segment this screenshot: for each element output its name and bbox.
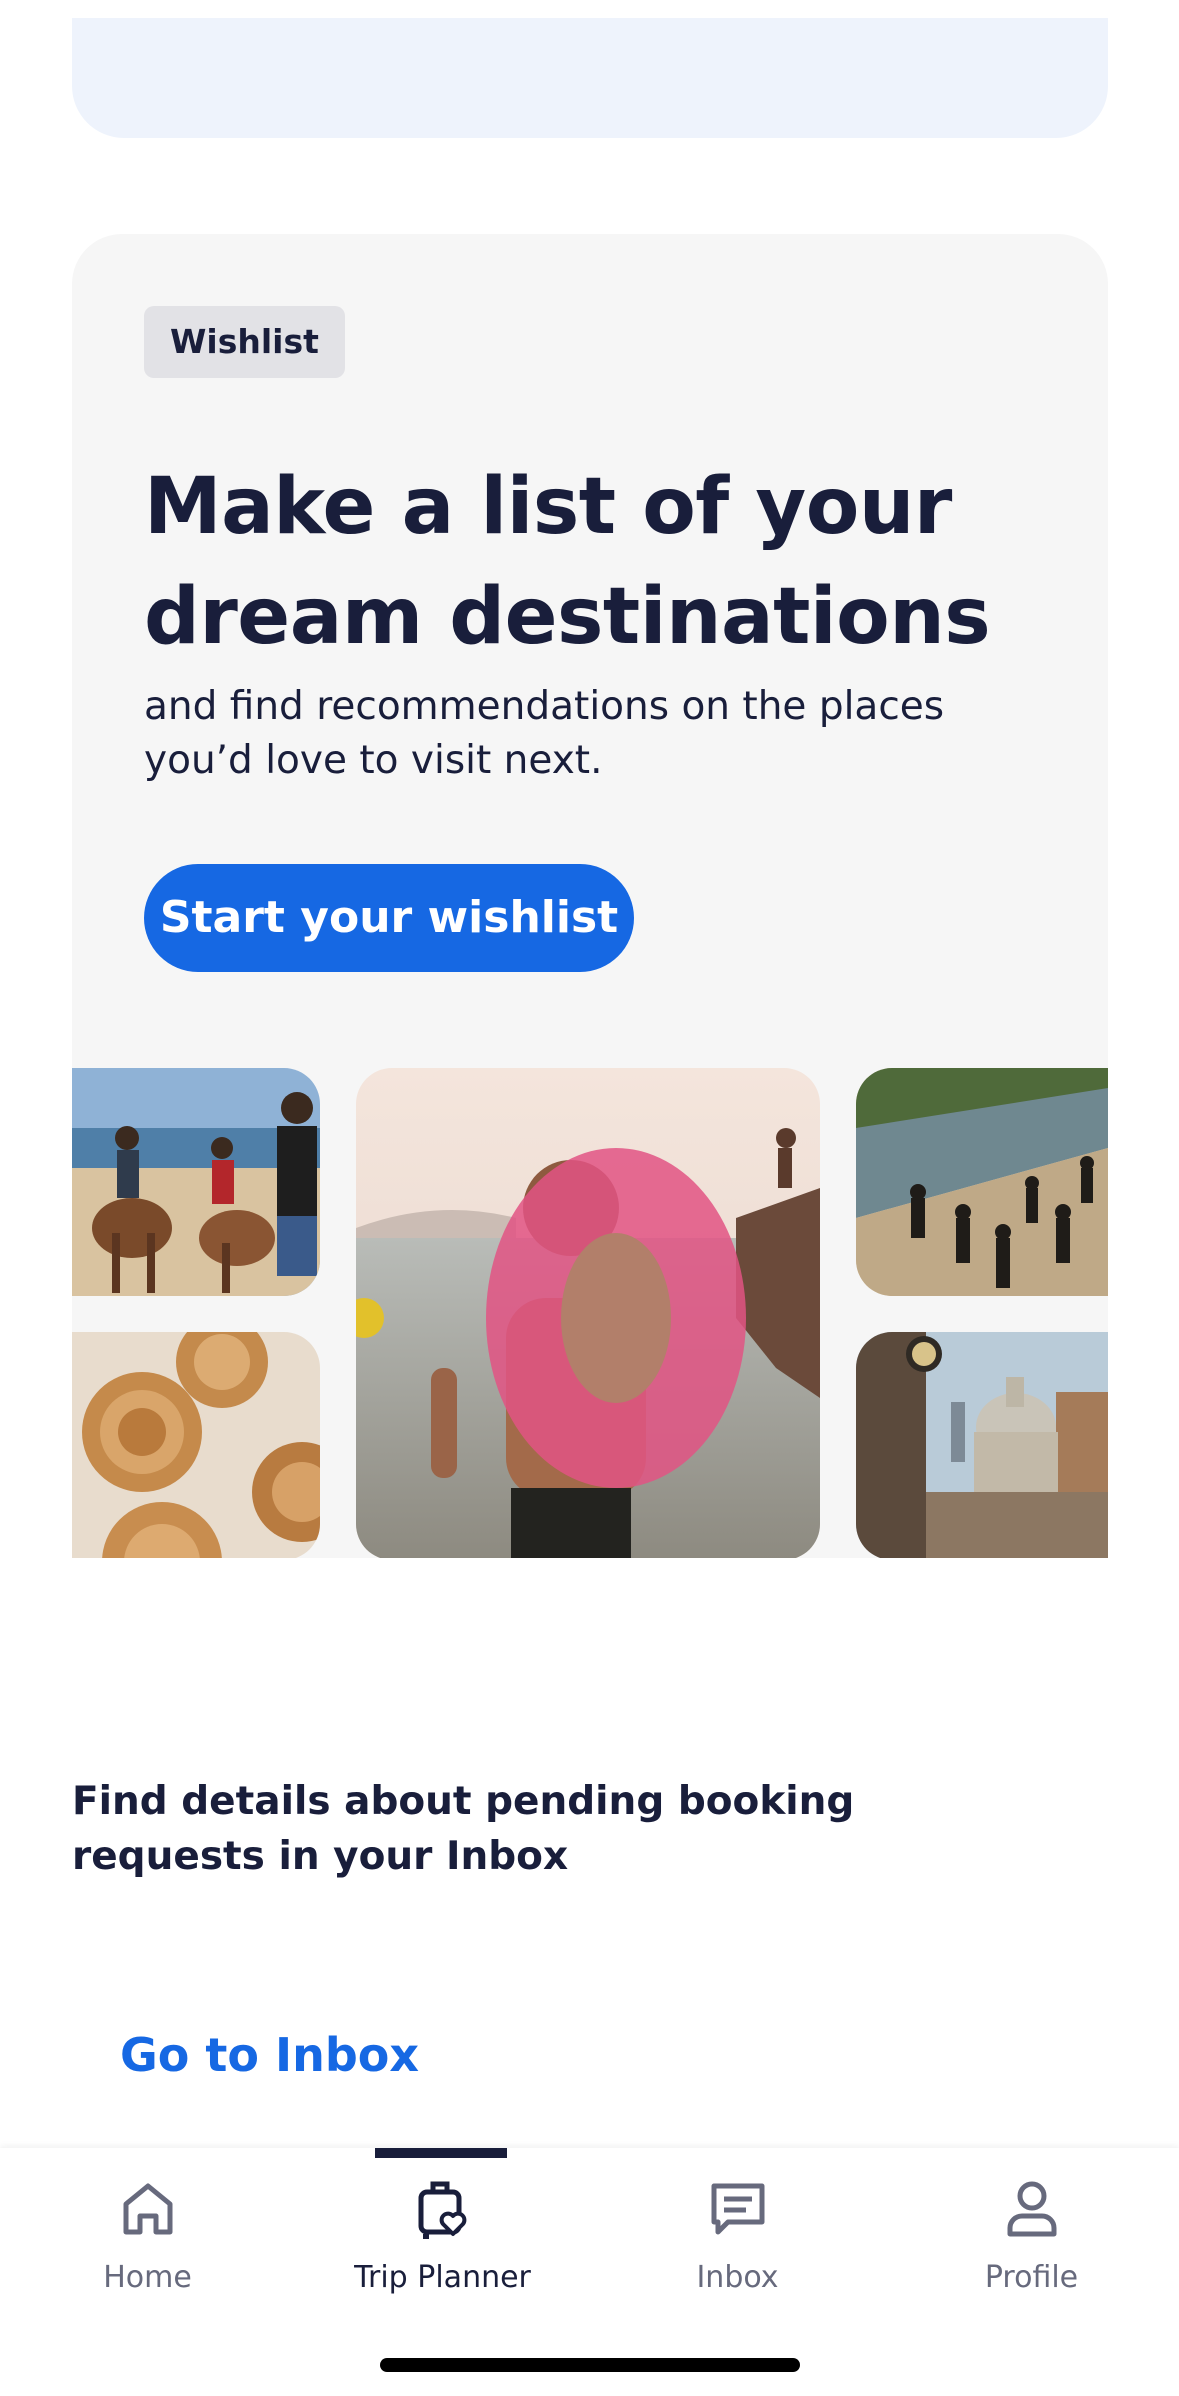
- horse-riding-beach-photo: [72, 1068, 320, 1296]
- tab-trip-planner[interactable]: Trip Planner: [295, 2148, 590, 2318]
- go-to-inbox-link[interactable]: Go to Inbox: [120, 2020, 419, 2090]
- home-indicator-bar: [380, 2358, 800, 2372]
- home-icon: [112, 2172, 184, 2244]
- london-street-photo: [856, 1332, 1108, 1558]
- start-wishlist-button[interactable]: Start your wishlist: [144, 864, 634, 972]
- tab-home-label: Home: [103, 2260, 192, 2295]
- riverside-promenade-photo: [856, 1068, 1108, 1296]
- tab-home[interactable]: Home: [0, 2148, 295, 2318]
- trip-planner-icon: [407, 2172, 479, 2244]
- wishlist-promo-card: Wishlist Make a list of your dream desti…: [72, 234, 1108, 1558]
- wishlist-headline: Make a list of your dream destinations: [144, 462, 991, 662]
- tab-profile-label: Profile: [984, 2260, 1079, 2295]
- beach-swim-ring-photo: [356, 1068, 820, 1558]
- wishlist-badge: Wishlist: [144, 306, 345, 378]
- wishlist-subtext: and find recommendations on the places y…: [144, 684, 945, 783]
- tab-inbox-label: Inbox: [696, 2260, 779, 2295]
- pending-booking-message: Find details about pending booking reque…: [72, 1779, 855, 1879]
- cinnamon-rolls-photo: [72, 1332, 320, 1558]
- inbox-icon: [702, 2172, 774, 2244]
- tab-trip-planner-label: Trip Planner: [354, 2260, 531, 2295]
- profile-icon: [996, 2172, 1068, 2244]
- tab-profile[interactable]: Profile: [884, 2148, 1179, 2318]
- top-card-partial: [72, 18, 1108, 138]
- tab-inbox[interactable]: Inbox: [590, 2148, 885, 2318]
